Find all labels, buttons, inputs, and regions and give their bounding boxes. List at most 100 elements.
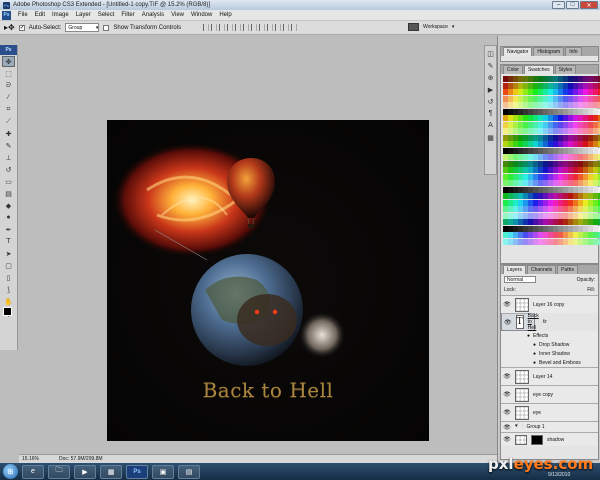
color-swatch[interactable]	[528, 167, 533, 173]
color-swatch[interactable]	[503, 108, 508, 115]
color-swatch[interactable]	[568, 160, 573, 167]
menu-file[interactable]: File	[18, 12, 28, 18]
tab-swatches[interactable]: Swatches	[523, 65, 554, 74]
color-swatch[interactable]	[513, 134, 518, 141]
color-swatch[interactable]	[538, 95, 543, 102]
color-swatch[interactable]	[568, 238, 573, 245]
color-swatch[interactable]	[538, 206, 543, 212]
color-swatch[interactable]	[553, 147, 558, 154]
color-swatch[interactable]	[553, 219, 558, 225]
color-swatch[interactable]	[538, 193, 543, 199]
color-swatch[interactable]	[543, 89, 548, 95]
color-swatch[interactable]	[508, 121, 513, 128]
color-swatch[interactable]	[503, 95, 508, 102]
color-swatch[interactable]	[563, 232, 568, 238]
color-swatch[interactable]	[518, 219, 523, 225]
color-swatch[interactable]	[508, 193, 513, 199]
color-swatch[interactable]	[573, 232, 578, 238]
color-swatch[interactable]	[503, 154, 508, 160]
color-swatch[interactable]	[568, 212, 573, 219]
color-swatch[interactable]	[513, 219, 518, 225]
color-swatch[interactable]	[583, 232, 588, 238]
color-swatch[interactable]	[523, 141, 528, 147]
color-swatch[interactable]	[553, 141, 558, 147]
color-swatch[interactable]	[583, 238, 588, 245]
color-swatch[interactable]	[548, 212, 553, 219]
color-swatch[interactable]	[573, 128, 578, 134]
color-swatch[interactable]	[528, 199, 533, 206]
color-swatch[interactable]	[503, 76, 508, 82]
color-swatch[interactable]	[573, 193, 578, 199]
color-swatch[interactable]	[593, 173, 598, 180]
color-swatch[interactable]	[568, 76, 573, 82]
color-swatch[interactable]	[573, 89, 578, 95]
color-swatch[interactable]	[573, 212, 578, 219]
color-swatch[interactable]	[588, 76, 593, 82]
color-swatch[interactable]	[543, 76, 548, 82]
color-swatch[interactable]	[503, 115, 508, 121]
workspace-switcher[interactable]: Workspace ▾	[408, 23, 454, 31]
color-swatch[interactable]	[548, 76, 553, 82]
color-swatch[interactable]	[513, 82, 518, 89]
color-swatch[interactable]	[573, 108, 578, 115]
visibility-eye-icon[interactable]: 👁	[503, 391, 511, 398]
align-bottom-icon[interactable]	[219, 24, 226, 31]
color-swatch[interactable]	[558, 82, 563, 89]
color-swatch[interactable]	[563, 89, 568, 95]
layer-row[interactable]: 👁 eye copy	[501, 385, 598, 403]
color-swatch[interactable]	[543, 154, 548, 160]
color-swatch[interactable]	[588, 102, 593, 108]
color-swatch[interactable]	[583, 225, 588, 232]
color-swatch[interactable]	[578, 160, 583, 167]
color-swatch[interactable]	[583, 141, 588, 147]
color-swatch[interactable]	[573, 225, 578, 232]
history-icon[interactable]: ↺	[486, 97, 495, 106]
color-swatch[interactable]	[548, 154, 553, 160]
color-swatch[interactable]	[578, 95, 583, 102]
color-swatch[interactable]	[563, 128, 568, 134]
color-swatch[interactable]	[563, 186, 568, 193]
visibility-eye-icon[interactable]: 👁	[504, 319, 512, 326]
color-swatch[interactable]	[553, 186, 558, 193]
color-swatch[interactable]	[558, 238, 563, 245]
color-swatch[interactable]	[593, 167, 598, 173]
color-swatch[interactable]	[533, 199, 538, 206]
color-swatch[interactable]	[528, 219, 533, 225]
gradient-icon[interactable]: ▤	[2, 188, 15, 199]
menu-layer[interactable]: Layer	[76, 12, 91, 18]
color-swatch[interactable]	[583, 134, 588, 141]
color-swatch[interactable]	[503, 89, 508, 95]
color-swatch[interactable]	[503, 206, 508, 212]
color-swatch[interactable]	[568, 102, 573, 108]
color-swatch[interactable]	[513, 173, 518, 180]
color-swatch[interactable]	[513, 238, 518, 245]
paragraph-icon[interactable]: ¶	[486, 109, 495, 118]
color-swatch[interactable]	[528, 225, 533, 232]
color-swatch[interactable]	[583, 108, 588, 115]
color-swatch[interactable]	[558, 199, 563, 206]
color-swatch[interactable]	[518, 147, 523, 154]
color-swatch[interactable]	[593, 121, 598, 128]
lasso-icon[interactable]: ᘐ	[2, 80, 15, 91]
color-swatch[interactable]	[593, 180, 598, 186]
color-swatch[interactable]	[553, 173, 558, 180]
effect-item[interactable]: ● Bevel and Emboss	[501, 358, 598, 367]
color-swatch[interactable]	[593, 238, 598, 245]
menu-select[interactable]: Select	[98, 12, 115, 18]
notes-icon[interactable]: ▯	[2, 272, 15, 283]
color-swatch[interactable]	[563, 102, 568, 108]
color-swatch[interactable]	[548, 141, 553, 147]
color-swatch[interactable]	[553, 180, 558, 186]
color-swatch[interactable]	[518, 115, 523, 121]
color-swatch[interactable]	[558, 160, 563, 167]
color-swatch[interactable]	[543, 212, 548, 219]
color-swatch[interactable]	[553, 128, 558, 134]
type-icon[interactable]: T	[2, 236, 15, 247]
color-swatch[interactable]	[563, 173, 568, 180]
tab-color[interactable]: Color	[503, 65, 523, 74]
color-swatch[interactable]	[558, 128, 563, 134]
color-swatch[interactable]	[563, 225, 568, 232]
color-swatch[interactable]	[543, 115, 548, 121]
group-row[interactable]: 👁 ▾🗀 Group 1	[501, 421, 598, 432]
color-swatch[interactable]	[538, 160, 543, 167]
